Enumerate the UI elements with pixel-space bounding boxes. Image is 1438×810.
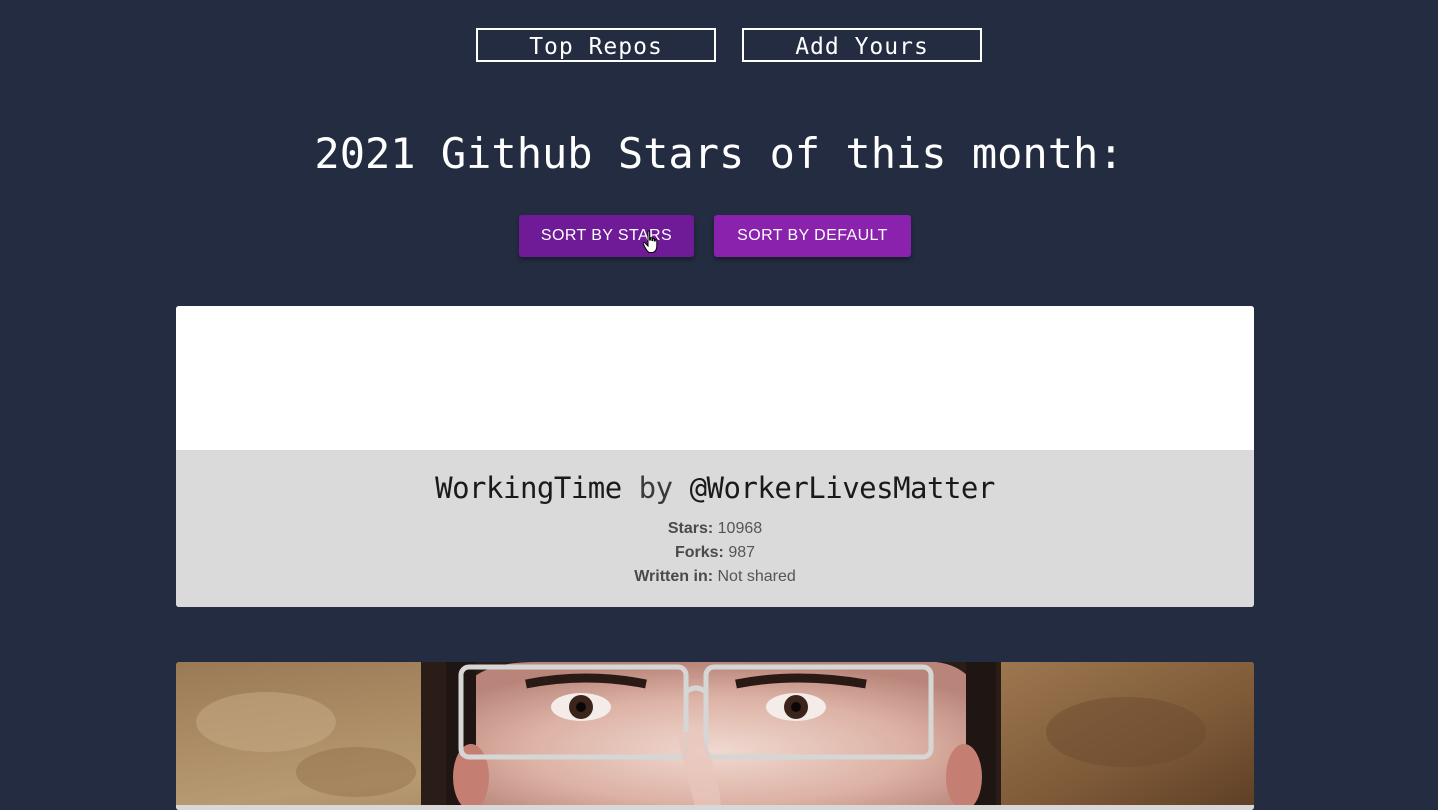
repo-forks: Forks: 987 (176, 543, 1254, 563)
repo-language: Written in: Not shared (176, 567, 1254, 587)
page: Top Repos Add Yours 2021 Github Stars of… (0, 0, 1438, 810)
sort-by-default-button[interactable]: SORT BY DEFAULT (714, 215, 911, 257)
repo-info (176, 805, 1254, 810)
repo-card[interactable]: WorkingTime by @WorkerLivesMatter Stars:… (176, 306, 1254, 607)
repo-stars-value: 10968 (717, 520, 763, 537)
repo-language-value: Not shared (717, 568, 796, 585)
repo-name: WorkingTime (435, 471, 622, 505)
repo-stars-label: Stars: (667, 520, 714, 537)
repo-info: WorkingTime by @WorkerLivesMatter Stars:… (176, 450, 1254, 607)
sort-by-stars-button[interactable]: SORT BY STARS (519, 215, 694, 257)
repo-by-word: by (638, 471, 673, 505)
nav-top-repos-button[interactable]: Top Repos (476, 28, 716, 62)
repo-owner-photo (176, 662, 1254, 810)
page-title: 2021 Github Stars of this month: (314, 129, 1124, 178)
repo-image (176, 306, 1254, 450)
repo-stars: Stars: 10968 (176, 519, 1254, 539)
repo-title: WorkingTime by @WorkerLivesMatter (176, 470, 1254, 506)
repo-owner: @WorkerLivesMatter (689, 471, 996, 505)
repo-forks-value: 987 (728, 544, 756, 561)
repo-language-label: Written in: (634, 568, 714, 585)
repo-forks-label: Forks: (674, 544, 724, 561)
repo-card[interactable] (176, 662, 1254, 810)
nav-add-yours-button[interactable]: Add Yours (742, 28, 982, 62)
hand-pointer-icon (642, 230, 658, 253)
